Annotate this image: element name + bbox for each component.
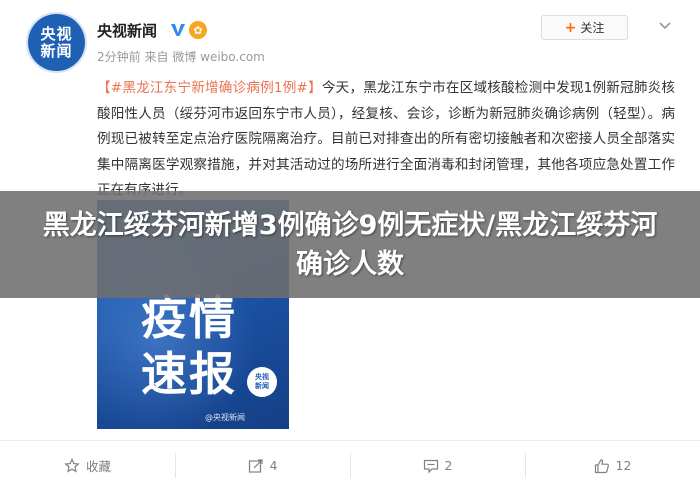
follow-label: 关注 xyxy=(580,21,605,35)
avatar[interactable]: 央视 新闻 xyxy=(28,14,85,71)
vip-badge-icon: ✿ xyxy=(189,21,207,39)
post-meta: 2分钟前 来自 微博 weibo.com xyxy=(97,48,265,65)
repost-icon xyxy=(248,458,263,473)
avatar-text-line1: 央视 xyxy=(40,24,73,43)
image-badge-line1: 央视 xyxy=(255,373,269,381)
image-watermark: @央视新闻 xyxy=(205,413,245,422)
repost-button[interactable]: 4 xyxy=(175,441,350,490)
like-button[interactable]: 12 xyxy=(525,441,700,490)
chevron-down-icon[interactable] xyxy=(656,16,674,34)
action-bar: 收藏 4 2 12 xyxy=(0,441,700,490)
hashtag-link[interactable]: 【#黑龙江东宁新增确诊病例1例#】 xyxy=(97,80,322,96)
verified-icon xyxy=(171,24,185,36)
star-icon xyxy=(64,457,80,473)
follow-button[interactable]: + 关注 xyxy=(541,15,628,40)
source-prefix: 来自 xyxy=(144,50,169,64)
repost-count: 4 xyxy=(269,458,278,473)
thumbs-up-icon xyxy=(594,458,609,473)
plus-icon: + xyxy=(564,19,577,36)
comment-count: 2 xyxy=(444,458,453,473)
account-name[interactable]: 央视新闻 xyxy=(97,20,157,41)
image-badge-line2: 新闻 xyxy=(255,382,269,390)
post-source: 微博 weibo.com xyxy=(172,50,265,64)
collect-label: 收藏 xyxy=(85,459,111,474)
post-text: 【#黑龙江东宁新增确诊病例1例#】今天，黑龙江东宁市在区域核酸检测中发现1例新冠… xyxy=(97,76,675,204)
image-logo-badge: 央视 新闻 xyxy=(247,367,277,397)
comment-button[interactable]: 2 xyxy=(350,441,525,490)
like-count: 12 xyxy=(615,458,632,473)
image-title-line2: 速报 xyxy=(141,347,237,401)
post-time[interactable]: 2分钟前 xyxy=(97,50,141,64)
weibo-post-card: 央视 新闻 央视新闻 ✿ 2分钟前 来自 微博 weibo.com + 关注 【… xyxy=(0,0,700,490)
comment-icon xyxy=(423,459,438,473)
avatar-text-line2: 新闻 xyxy=(40,41,73,60)
collect-button[interactable]: 收藏 xyxy=(0,441,175,490)
banner-title: 黑龙江绥芬河新增3例确诊9例无症状/黑龙江绥芬河确诊人数 xyxy=(42,209,658,280)
title-banner: 黑龙江绥芬河新增3例确诊9例无症状/黑龙江绥芬河确诊人数 xyxy=(0,191,700,298)
post-body: 今天，黑龙江东宁市在区域核酸检测中发现1例新冠肺炎核酸阳性人员（绥芬河市返回东宁… xyxy=(97,80,675,198)
